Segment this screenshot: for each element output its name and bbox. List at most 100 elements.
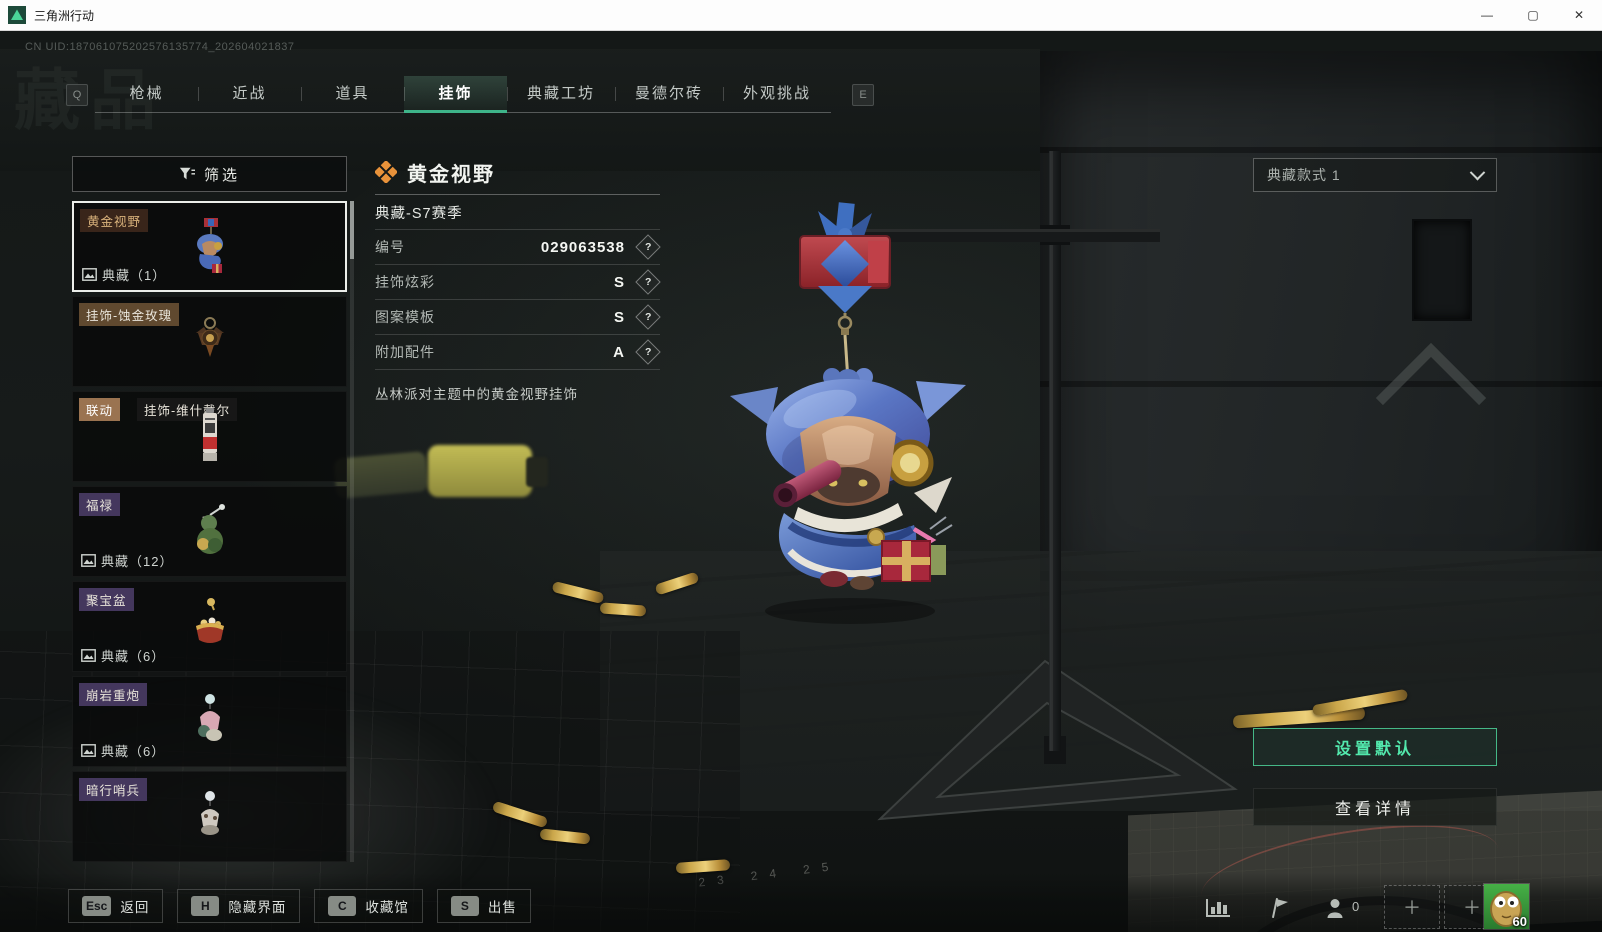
filter-button[interactable]: 筛选 [72, 156, 347, 192]
help-glyph: ? [644, 310, 652, 323]
tab-items[interactable]: 道具 [301, 76, 404, 112]
tab-charms[interactable]: 挂饰 [404, 76, 507, 113]
collection-count: 典藏（12） [81, 551, 173, 570]
close-button[interactable]: ✕ [1556, 0, 1602, 30]
canister-decor [428, 445, 532, 497]
item-thumbnail [200, 790, 219, 835]
view-details-button[interactable]: 查看详情 [1253, 788, 1497, 826]
help-icon[interactable]: ? [635, 339, 661, 365]
hotkey-collection-hall[interactable]: C 收藏馆 [314, 889, 423, 923]
set-default-button[interactable]: 设置默认 [1253, 728, 1497, 766]
item-tag: 崩岩重炮 [79, 683, 148, 706]
list-item-shadow-sentinel[interactable]: 暗行哨兵 [72, 771, 347, 862]
item-thumbnail [195, 316, 224, 357]
stats-icon [1206, 899, 1230, 917]
item-thumbnail [196, 217, 223, 273]
hotkey-label: 隐藏界面 [228, 900, 287, 915]
hotkey-sell[interactable]: S 出售 [436, 889, 531, 923]
plus-icon: ＋ [1463, 898, 1481, 918]
collection-icon [81, 554, 96, 567]
collection-count-label: 典藏（6） [101, 649, 166, 664]
flag-button[interactable] [1262, 893, 1298, 923]
plus-icon: ＋ [1403, 898, 1421, 918]
item-thumbnail [202, 407, 217, 461]
maximize-button[interactable]: ▢ [1510, 0, 1556, 30]
window-controls: — ▢ ✕ [1464, 0, 1602, 30]
detail-row-attachment: 附加配件 A ? [375, 335, 661, 370]
hotkey-return[interactable]: Esc 返回 [68, 889, 164, 923]
bottom-bar: Esc 返回 H 隐藏界面 C 收藏馆 S 出售 0 ＋ ＋ 60 [0, 873, 1602, 932]
stats-button[interactable] [1200, 893, 1236, 923]
tab-label: 外观挑战 [742, 85, 811, 102]
team-button[interactable] [1318, 893, 1354, 923]
window-title: 三角洲行动 [34, 8, 95, 23]
hotkey-group: Esc 返回 H 隐藏界面 C 收藏馆 S 出售 [68, 889, 531, 923]
list-item-fulu[interactable]: 福禄 典藏（12） [72, 486, 347, 577]
tab-mandel-brick[interactable]: 曼德尔砖 [615, 76, 723, 112]
item-tag: 黄金视野 [80, 209, 149, 232]
item-thumbnail [197, 693, 222, 741]
collection-count: 典藏（6） [81, 646, 165, 665]
row-value: S [613, 308, 625, 326]
style-select-value: 典藏款式 1 [1267, 167, 1341, 183]
tab-next-key-hint: E [852, 84, 874, 106]
help-icon[interactable]: ? [635, 304, 661, 330]
item-tag: 聚宝盆 [79, 588, 134, 611]
player-avatar[interactable]: 60 [1483, 883, 1530, 930]
season-label: 典藏-S7赛季 [375, 205, 463, 222]
list-scrollbar[interactable] [350, 201, 354, 862]
key-badge: H [191, 896, 220, 916]
scrollbar-thumb[interactable] [350, 201, 354, 259]
list-item-golden-vision[interactable]: 黄金视野 典藏（1） [72, 201, 347, 292]
row-value: A [613, 343, 625, 361]
minimize-button[interactable]: — [1464, 0, 1510, 30]
tab-label: 曼德尔砖 [634, 85, 703, 102]
filter-label: 筛选 [203, 166, 240, 184]
team-count: 0 [1352, 899, 1360, 914]
rarity-diamond-icon [375, 161, 397, 183]
uid-text: CN UID:187061075202576135774_20260402183… [25, 41, 295, 53]
row-value: 029063538 [540, 238, 625, 256]
style-select[interactable]: 典藏款式 1 [1253, 158, 1497, 192]
tab-melee[interactable]: 近战 [198, 76, 301, 112]
collection-icon [82, 268, 97, 281]
help-icon[interactable]: ? [635, 234, 661, 260]
item-thumbnail [195, 597, 224, 643]
collection-count-label: 典藏（1） [102, 268, 167, 283]
collection-count: 典藏（6） [81, 741, 165, 760]
hotkey-label: 收藏馆 [365, 900, 409, 915]
row-label: 编号 [375, 239, 405, 255]
chevron-down-icon [1469, 164, 1486, 180]
collection-icon [81, 649, 96, 662]
tab-collection-workshop[interactable]: 典藏工坊 [507, 76, 615, 112]
key-badge: S [450, 896, 479, 916]
hotkey-hide-ui[interactable]: H 隐藏界面 [177, 889, 301, 923]
row-label: 附加配件 [375, 344, 435, 360]
bullet-decor [551, 580, 605, 605]
help-glyph: ? [644, 240, 652, 253]
item-tag: 福禄 [79, 493, 121, 516]
window-titlebar: 三角洲行动 — ▢ ✕ [0, 0, 1602, 31]
list-item-rockfall-cannon[interactable]: 崩岩重炮 典藏（6） [72, 676, 347, 767]
list-item-treasure-bowl[interactable]: 聚宝盆 典藏（6） [72, 581, 347, 672]
help-icon[interactable]: ? [635, 269, 661, 295]
tab-guns[interactable]: 枪械 [95, 76, 198, 112]
row-label: 挂饰炫彩 [375, 274, 435, 290]
filter-icon [179, 167, 195, 180]
add-slot-button[interactable]: ＋ [1384, 885, 1440, 929]
collection-count: 典藏（1） [82, 265, 166, 284]
collection-icon [81, 744, 96, 757]
tab-label: 道具 [335, 85, 370, 102]
tab-appearance-challenge[interactable]: 外观挑战 [723, 76, 831, 112]
app-logo-icon [8, 6, 26, 24]
key-badge: C [328, 896, 357, 916]
row-label: 图案模板 [375, 309, 435, 325]
item-tag: 挂饰-蚀金玫瑰 [79, 303, 180, 326]
detail-row-charm-finish: 挂饰炫彩 S ? [375, 265, 661, 300]
tab-label: 近战 [232, 85, 267, 102]
list-item-gilded-rose[interactable]: 挂饰-蚀金玫瑰 [72, 296, 347, 387]
help-glyph: ? [644, 275, 652, 288]
detail-row-serial: 编号 029063538 ? [375, 230, 661, 265]
list-item-vishdel[interactable]: 联动 挂饰-维什戴尔 [72, 391, 347, 482]
tab-label: 挂饰 [438, 85, 473, 102]
